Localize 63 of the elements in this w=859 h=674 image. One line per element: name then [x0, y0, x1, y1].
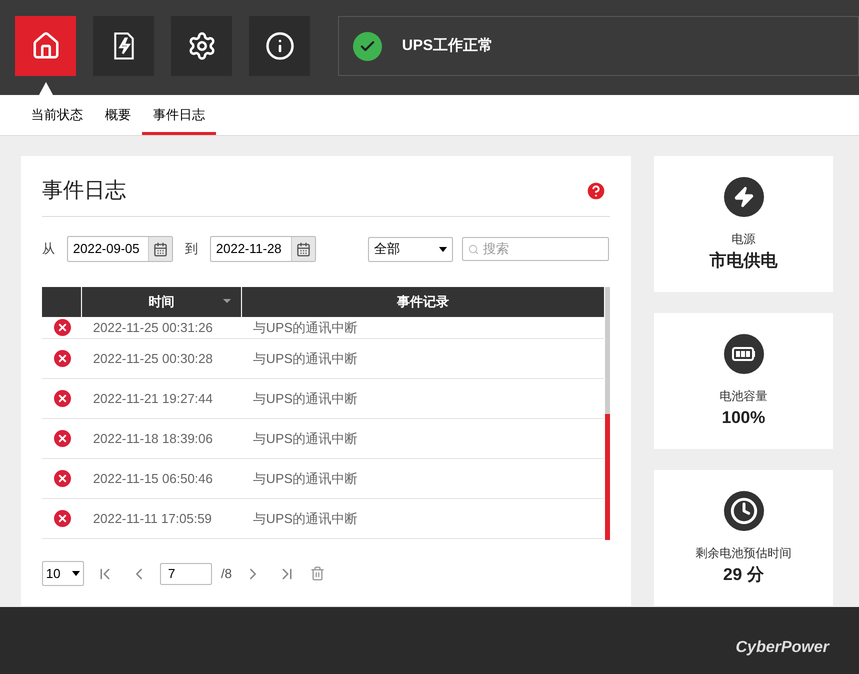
- tab[interactable]: 概要: [94, 104, 142, 135]
- home-icon: [30, 31, 60, 61]
- error-icon: [54, 430, 70, 447]
- table-cell-text: 与UPS的通讯中断: [252, 390, 358, 408]
- table-cell-text: 与UPS的通讯中断: [252, 430, 358, 448]
- table-header: 事件记录: [396, 293, 450, 312]
- date-picker[interactable]: 2022-09-05: [67, 236, 173, 262]
- table-cell-text: 2022-11-25 00:31:26: [92, 318, 214, 337]
- table-cell-text: 与UPS的通讯中断: [252, 350, 358, 368]
- card-value: 100%: [722, 407, 766, 429]
- settings-icon: [186, 31, 216, 61]
- to-label: 到: [185, 240, 198, 258]
- tab[interactable]: 事件日志: [142, 104, 216, 135]
- status-text: UPS工作正常: [402, 36, 493, 56]
- nav-button[interactable]: [93, 16, 154, 76]
- lightning-icon: [724, 177, 764, 217]
- calendar-icon[interactable]: [291, 237, 315, 261]
- date-input[interactable]: 2022-09-05: [68, 237, 148, 261]
- battery-icon: [724, 334, 764, 374]
- card-label: 电源: [732, 231, 756, 248]
- nav-button[interactable]: [171, 16, 232, 76]
- table-cell-text: 与UPS的通讯中断: [252, 318, 358, 337]
- table-cell-text: 2022-11-18 18:39:06: [92, 430, 214, 448]
- table-header[interactable]: 时间: [82, 287, 242, 317]
- table-cell-text: 2022-11-15 06:50:46: [92, 470, 214, 488]
- card-value: 市电供电: [710, 250, 778, 272]
- search-icon: [468, 242, 479, 256]
- card-label: 电池容量: [720, 388, 768, 405]
- date-picker[interactable]: 2022-11-28: [210, 236, 316, 262]
- table-cell-text: 与UPS的通讯中断: [252, 510, 358, 528]
- error-icon: [54, 350, 70, 367]
- from-label: 从: [42, 240, 55, 258]
- check-icon: [353, 32, 382, 60]
- date-input[interactable]: 2022-11-28: [211, 237, 291, 261]
- calendar-icon[interactable]: [148, 237, 172, 261]
- tab[interactable]: 当前状态: [20, 104, 94, 135]
- page-total: /8: [221, 564, 232, 583]
- sort-icon: [223, 299, 231, 303]
- nav-button[interactable]: [249, 16, 310, 76]
- error-icon: [54, 319, 70, 336]
- error-icon: [54, 390, 70, 407]
- card-value: 29 分: [723, 564, 764, 586]
- table-cell-text: 与UPS的通讯中断: [252, 470, 358, 488]
- error-icon: [54, 470, 70, 487]
- table-cell-text: 2022-11-25 00:30:28: [92, 350, 214, 368]
- info-icon: [264, 31, 294, 61]
- help-icon[interactable]: [585, 180, 607, 202]
- search-box[interactable]: 搜索: [462, 237, 609, 261]
- caret-icon: [72, 571, 80, 576]
- caret-icon: [439, 246, 447, 252]
- table-cell-text: 2022-11-21 19:27:44: [92, 390, 214, 408]
- page-field[interactable]: 7: [160, 562, 212, 584]
- table-cell-text: 2022-11-11 17:05:59: [92, 510, 213, 528]
- card-title: 事件日志: [42, 177, 126, 204]
- page-size-dropdown[interactable]: 10: [42, 561, 84, 586]
- error-icon: [54, 510, 70, 527]
- search-input[interactable]: 搜索: [483, 239, 603, 259]
- brand-logo: CyberPower: [736, 638, 829, 658]
- clock-icon: [724, 491, 764, 531]
- trash-icon[interactable]: [310, 566, 325, 581]
- scrollbar[interactable]: [605, 287, 610, 540]
- filter-dropdown[interactable]: 全部: [368, 236, 453, 262]
- card-label: 剩余电池预估时间: [696, 545, 792, 562]
